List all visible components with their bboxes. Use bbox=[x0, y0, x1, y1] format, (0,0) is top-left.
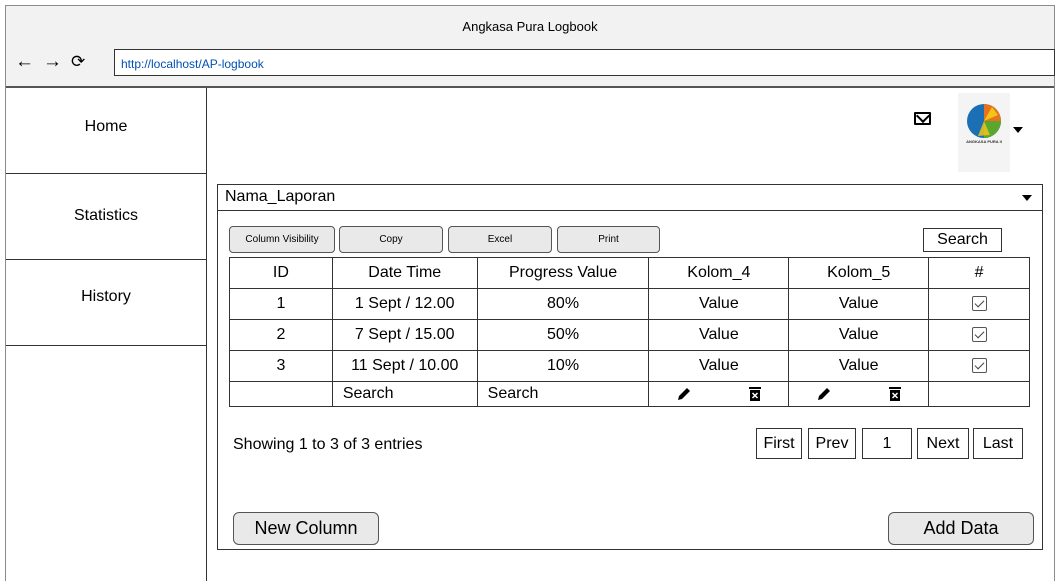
avatar-dropdown-icon[interactable] bbox=[1013, 127, 1023, 133]
cell-kolom5: Value bbox=[788, 288, 930, 320]
mail-icon[interactable] bbox=[914, 112, 931, 125]
cell-empty bbox=[229, 381, 333, 407]
nav-controls: ← → ⟳ bbox=[15, 52, 88, 71]
progress-search-input[interactable]: Search bbox=[476, 381, 650, 407]
table-row: 1 1 Sept / 12.00 80% Value Value bbox=[229, 288, 1030, 320]
reload-icon[interactable]: ⟳ bbox=[71, 53, 88, 70]
entries-info: Showing 1 to 3 of 3 entries bbox=[233, 436, 423, 453]
avatar-logo-text: ANGKASA PURA II bbox=[966, 139, 1002, 144]
add-data-button[interactable]: Add Data bbox=[888, 512, 1034, 545]
row-checkbox[interactable] bbox=[971, 296, 987, 312]
kolom4-actions bbox=[648, 381, 790, 407]
angkasa-pura-logo-icon bbox=[967, 104, 1001, 138]
column-header-select[interactable]: # bbox=[928, 257, 1030, 289]
column-header-kolom5[interactable]: Kolom_5 bbox=[788, 257, 930, 289]
forward-arrow-icon[interactable]: → bbox=[43, 52, 65, 71]
pagination-next-button[interactable]: Next bbox=[917, 428, 969, 459]
pencil-icon[interactable] bbox=[816, 386, 832, 402]
cell-kolom5: Value bbox=[788, 350, 930, 382]
print-button[interactable]: Print bbox=[557, 226, 660, 253]
pagination-prev-button[interactable]: Prev bbox=[808, 428, 856, 459]
url-bar[interactable]: http://localhost/AP-logbook bbox=[114, 49, 1055, 76]
avatar[interactable]: ANGKASA PURA II bbox=[958, 93, 1010, 172]
cell-progress: 50% bbox=[476, 319, 650, 351]
sidebar-item-home[interactable]: Home bbox=[6, 88, 206, 174]
trash-icon[interactable] bbox=[888, 386, 902, 402]
cell-datetime: 11 Sept / 10.00 bbox=[331, 350, 478, 382]
sidebar-item-statistics[interactable]: Statistics bbox=[6, 174, 206, 260]
row-checkbox[interactable] bbox=[971, 358, 987, 374]
window-title: Angkasa Pura Logbook bbox=[462, 19, 598, 34]
column-visibility-button[interactable]: Column Visibility bbox=[229, 226, 335, 253]
back-arrow-icon[interactable]: ← bbox=[15, 52, 37, 71]
cell-select bbox=[928, 319, 1030, 351]
cell-progress: 10% bbox=[476, 350, 650, 382]
copy-button[interactable]: Copy bbox=[339, 226, 443, 253]
sidebar-item-label: History bbox=[81, 288, 131, 305]
chevron-down-icon bbox=[1022, 195, 1032, 201]
cell-kolom4: Value bbox=[648, 319, 790, 351]
cell-id: 2 bbox=[229, 319, 333, 351]
sidebar-item-label: Statistics bbox=[73, 207, 138, 224]
column-header-progress[interactable]: Progress Value bbox=[476, 257, 650, 289]
excel-button[interactable]: Excel bbox=[448, 226, 552, 253]
pencil-icon[interactable] bbox=[676, 386, 692, 402]
sidebar: Home Statistics History bbox=[6, 88, 207, 581]
column-search-row: Search Search bbox=[229, 381, 1030, 407]
search-input[interactable]: Search bbox=[923, 228, 1002, 252]
browser-titlebar: Angkasa Pura Logbook ← → ⟳ http://localh… bbox=[6, 6, 1055, 88]
cell-kolom5: Value bbox=[788, 319, 930, 351]
table-row: 3 11 Sept / 10.00 10% Value Value bbox=[229, 350, 1030, 382]
cell-id: 3 bbox=[229, 350, 333, 382]
cell-kolom4: Value bbox=[648, 288, 790, 320]
table-header-row: ID Date Time Progress Value Kolom_4 Kolo… bbox=[229, 257, 1030, 289]
column-header-kolom4[interactable]: Kolom_4 bbox=[648, 257, 790, 289]
cell-empty bbox=[928, 381, 1030, 407]
pagination-first-button[interactable]: First bbox=[756, 428, 802, 459]
cell-datetime: 7 Sept / 15.00 bbox=[331, 319, 478, 351]
cell-select bbox=[928, 288, 1030, 320]
datetime-search-input[interactable]: Search bbox=[331, 381, 478, 407]
column-header-id[interactable]: ID bbox=[229, 257, 333, 289]
pagination-page-input[interactable]: 1 bbox=[862, 428, 912, 459]
report-panel: Nama_Laporan Column Visibility Copy Exce… bbox=[217, 184, 1043, 550]
cell-id: 1 bbox=[229, 288, 333, 320]
sidebar-item-history[interactable]: History bbox=[6, 260, 206, 346]
new-column-button[interactable]: New Column bbox=[233, 512, 379, 545]
data-table: ID Date Time Progress Value Kolom_4 Kolo… bbox=[229, 257, 1030, 407]
trash-icon[interactable] bbox=[748, 386, 762, 402]
report-select-value: Nama_Laporan bbox=[225, 188, 336, 205]
report-select[interactable]: Nama_Laporan bbox=[218, 185, 1042, 211]
kolom5-actions bbox=[788, 381, 930, 407]
cell-progress: 80% bbox=[476, 288, 650, 320]
pagination-last-button[interactable]: Last bbox=[973, 428, 1023, 459]
row-checkbox[interactable] bbox=[971, 327, 987, 343]
column-header-datetime[interactable]: Date Time bbox=[331, 257, 478, 289]
cell-select bbox=[928, 350, 1030, 382]
cell-kolom4: Value bbox=[648, 350, 790, 382]
sidebar-item-label: Home bbox=[84, 118, 128, 135]
table-row: 2 7 Sept / 15.00 50% Value Value bbox=[229, 319, 1030, 351]
cell-datetime: 1 Sept / 12.00 bbox=[331, 288, 478, 320]
